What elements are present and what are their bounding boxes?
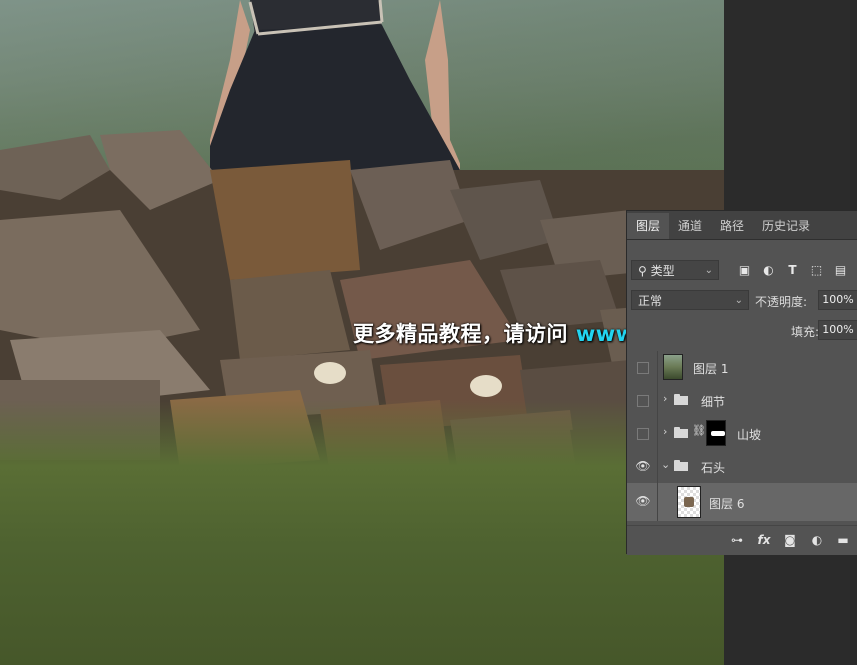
new-group-icon[interactable]: ▬ (836, 533, 850, 547)
divider (657, 384, 658, 417)
layer-row-selected[interactable]: 👁 图层 6 (627, 483, 857, 521)
lock-fill-row: 填充: 100% (627, 320, 857, 342)
chevron-right-icon[interactable]: › (663, 392, 667, 405)
chevron-down-icon: ⌄ (734, 295, 743, 306)
layer-filter-row: ⚲ 类型 ⌄ ▣ ◐ T ⬚ ▤ (627, 260, 857, 284)
type-filter-icon[interactable]: T (785, 263, 800, 278)
mask-thumbnail (706, 420, 726, 446)
eye-icon[interactable]: 👁 (635, 459, 651, 473)
layer-row[interactable]: › ⛓ 山坡 (627, 417, 857, 450)
layer-row[interactable]: › 细节 (627, 384, 857, 417)
smart-object-filter-icon[interactable]: ▤ (833, 263, 848, 278)
adjustment-filter-icon[interactable]: ◐ (761, 263, 776, 278)
layer-row[interactable]: 👁 ⌄ 石头 (627, 450, 857, 483)
folder-icon (674, 427, 688, 438)
group-name[interactable]: 细节 (701, 393, 725, 410)
blend-mode-select[interactable]: 正常 ⌄ (631, 290, 749, 310)
document-canvas[interactable]: 更多精品教程，请访问 www.240PS.com (0, 0, 724, 665)
link-layers-icon[interactable]: ⊶ (730, 533, 744, 547)
group-name[interactable]: 石头 (701, 459, 725, 476)
folder-icon (674, 394, 688, 405)
visibility-toggle-off[interactable] (637, 362, 649, 374)
shape-filter-icon[interactable]: ⬚ (809, 263, 824, 278)
blend-opacity-row: 正常 ⌄ 不透明度: 100% (627, 290, 857, 312)
visibility-toggle-off[interactable] (637, 395, 649, 407)
layer-thumbnail (677, 486, 701, 518)
divider (657, 483, 658, 521)
fill-label: 填充: (791, 325, 820, 339)
opacity-label: 不透明度: (755, 295, 808, 309)
panel-tabs: 图层 通道 路径 历史记录 (627, 211, 857, 240)
grass-foreground (0, 400, 724, 665)
filter-kind-select[interactable]: ⚲ 类型 ⌄ (631, 260, 719, 280)
search-icon: ⚲ (638, 264, 647, 278)
chevron-down-icon: ⌄ (704, 265, 713, 276)
tab-channels[interactable]: 通道 (669, 213, 711, 239)
pixel-filter-icon[interactable]: ▣ (737, 263, 752, 278)
layer-name[interactable]: 图层 1 (693, 360, 728, 377)
layer-name[interactable]: 图层 6 (709, 495, 744, 512)
visibility-toggle-off[interactable] (637, 428, 649, 440)
link-icon[interactable]: ⛓ (692, 424, 706, 437)
group-name[interactable]: 山坡 (737, 426, 761, 443)
divider (657, 417, 658, 450)
tab-history[interactable]: 历史记录 (753, 213, 819, 239)
layer-row[interactable]: 图层 1 (627, 351, 857, 384)
chevron-down-icon[interactable]: ⌄ (661, 458, 670, 471)
fill-input[interactable]: 100% (818, 320, 857, 340)
folder-icon (674, 460, 688, 471)
add-mask-icon[interactable]: ◙ (783, 533, 797, 547)
adjustment-layer-icon[interactable]: ◐ (810, 533, 824, 547)
divider (657, 351, 658, 384)
layer-thumbnail (663, 354, 683, 380)
panel-footer: ⊶ fx ◙ ◐ ▬ (627, 525, 857, 555)
tab-layers[interactable]: 图层 (627, 213, 670, 239)
divider (657, 450, 658, 483)
opacity-input[interactable]: 100% (818, 290, 857, 310)
fx-icon[interactable]: fx (757, 533, 771, 547)
eye-icon[interactable]: 👁 (635, 494, 651, 508)
tab-paths[interactable]: 路径 (711, 213, 753, 239)
layers-panel: 图层 通道 路径 历史记录 ⚲ 类型 ⌄ ▣ ◐ T ⬚ ▤ 正常 ⌄ 不透明度… (626, 210, 857, 555)
chevron-right-icon[interactable]: › (663, 425, 667, 438)
